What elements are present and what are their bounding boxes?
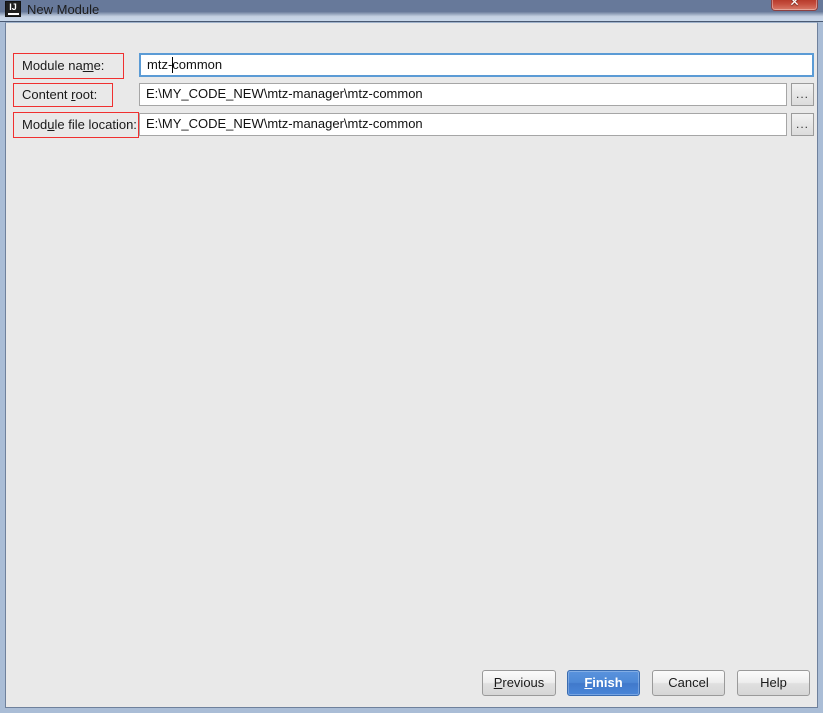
help-button[interactable]: Help — [737, 670, 810, 696]
module-name-label-mnemonic: m — [82, 58, 94, 73]
new-module-dialog: IJ New Module ✕ Module name: mtz-common — [0, 0, 823, 713]
dialog-button-bar: Previous Finish Cancel Help — [6, 661, 817, 707]
module-name-input-value: mtz-common — [147, 57, 223, 72]
content-root-label-highlight: Content root: — [13, 83, 113, 107]
intellij-idea-icon: IJ — [5, 1, 21, 17]
cancel-button[interactable]: Cancel — [652, 670, 725, 696]
ellipsis-icon: ... — [795, 87, 809, 101]
module-file-location-label-prefix: Mod — [22, 117, 48, 132]
window-frame-inner-border: Module name: mtz-common Content root: E:… — [5, 22, 818, 708]
finish-button-label: inish — [592, 675, 623, 690]
ellipsis-icon: ... — [795, 117, 809, 131]
module-file-location-label: Module file location: — [22, 118, 137, 132]
help-button-label: Help — [760, 675, 787, 690]
previous-button-label: revious — [502, 675, 545, 690]
window-frame: Module name: mtz-common Content root: E:… — [0, 22, 823, 713]
module-file-location-label-mnemonic: u — [47, 117, 55, 132]
content-root-input-value: E:\MY_CODE_NEW\mtz-manager\mtz-common — [146, 86, 423, 101]
previous-button[interactable]: Previous — [482, 670, 556, 696]
close-button[interactable]: ✕ — [771, 0, 818, 11]
module-file-location-input[interactable]: E:\MY_CODE_NEW\mtz-manager\mtz-common — [139, 113, 787, 136]
module-name-label: Module name: — [22, 59, 104, 73]
content-root-label-prefix: Content — [22, 87, 72, 102]
finish-button[interactable]: Finish — [567, 670, 640, 696]
content-root-label-suffix: oot: — [75, 87, 98, 102]
module-file-location-label-suffix: le file location: — [54, 117, 137, 132]
close-icon: ✕ — [789, 0, 800, 9]
module-name-label-highlight: Module name: — [13, 53, 124, 79]
title-bar[interactable]: IJ New Module ✕ — [0, 0, 823, 22]
module-name-input[interactable]: mtz-common — [139, 53, 814, 77]
module-name-label-suffix: e: — [93, 58, 105, 73]
module-file-location-label-highlight: Module file location: — [13, 112, 139, 138]
window-title: New Module — [27, 2, 100, 17]
module-file-location-input-value: E:\MY_CODE_NEW\mtz-manager\mtz-common — [146, 116, 423, 131]
module-file-location-browse-button[interactable]: ... — [791, 113, 814, 136]
intellij-idea-icon-letters: IJ — [9, 2, 17, 12]
content-root-browse-button[interactable]: ... — [791, 83, 814, 106]
cancel-button-label: Cancel — [668, 675, 709, 690]
intellij-idea-icon-bar — [7, 13, 19, 15]
module-name-label-prefix: Module na — [22, 58, 83, 73]
content-root-label: Content root: — [22, 88, 97, 102]
content-root-input[interactable]: E:\MY_CODE_NEW\mtz-manager\mtz-common — [139, 83, 787, 106]
text-caret — [172, 57, 173, 73]
dialog-content: Module name: mtz-common Content root: E:… — [6, 23, 817, 707]
